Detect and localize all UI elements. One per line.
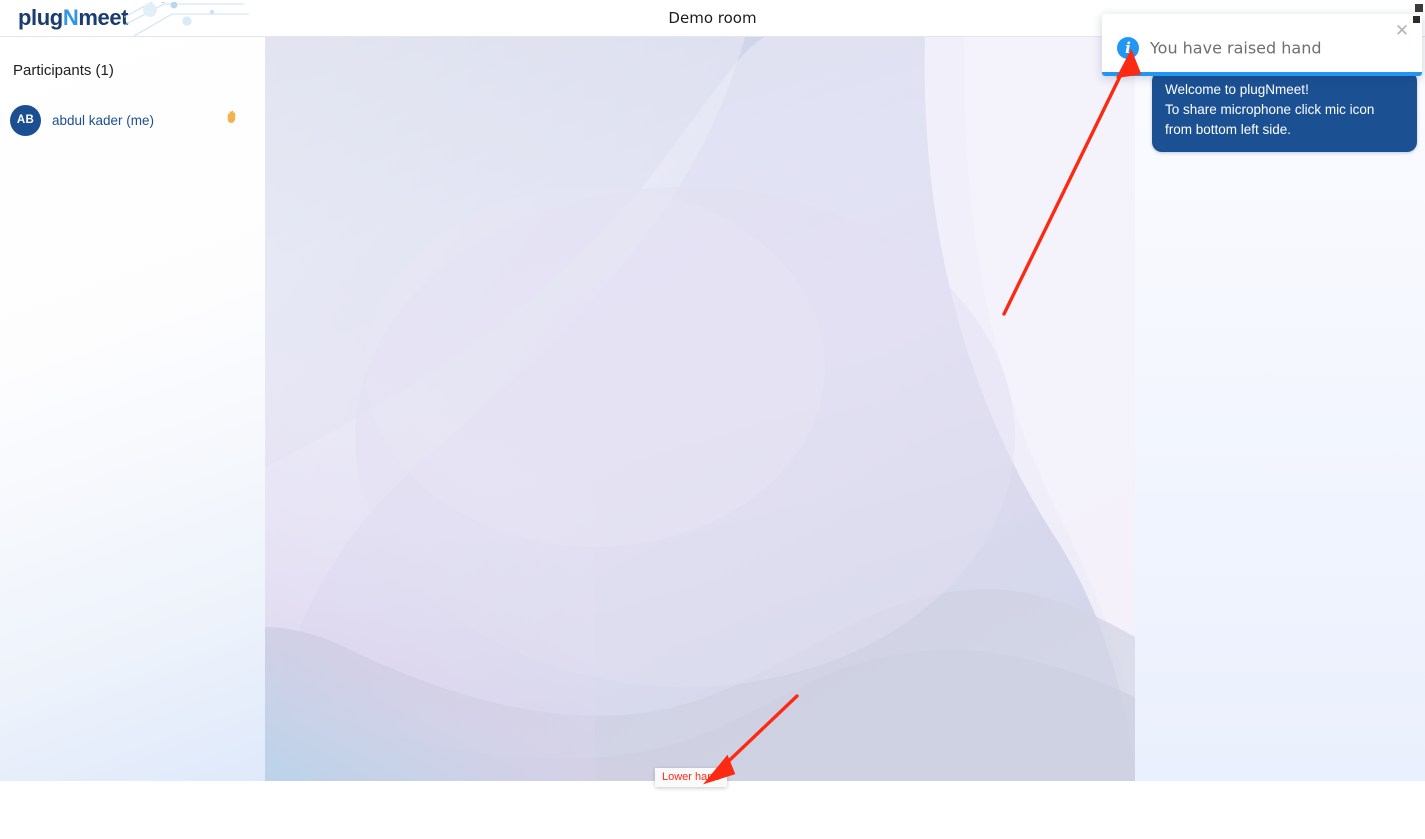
close-icon[interactable]: ✕ <box>1392 21 1412 41</box>
plugnmeet-app: plugNmeet Demo room Participants (1) AB … <box>0 0 1425 839</box>
lower-hand-tooltip: Lower hand <box>655 768 727 787</box>
participant-name: abdul kader (me) <box>52 112 155 128</box>
participant-list-item[interactable]: AB abdul kader (me) <box>10 99 255 141</box>
avatar: AB <box>10 104 41 136</box>
chat-message-text: Welcome to plugNmeet! To share microphon… <box>1165 82 1375 137</box>
raised-hand-glyph <box>227 110 236 123</box>
app-footer: REC Write message (new line: Shift + ent… <box>0 781 1425 839</box>
toast-corner-handle <box>1413 16 1420 23</box>
window-corner-marker <box>1415 4 1423 12</box>
video-stage[interactable] <box>265 37 1135 781</box>
participants-sidebar: Participants (1) AB abdul kader (me) <box>0 37 265 781</box>
participants-heading: Participants (1) <box>13 62 114 79</box>
chat-message-bubble: Welcome to plugNmeet! To share microphon… <box>1152 71 1417 152</box>
raised-hand-icon <box>225 110 238 126</box>
notification-toast[interactable]: i You have raised hand ✕ <box>1102 14 1422 76</box>
toast-progress-bar <box>1102 72 1422 76</box>
info-icon: i <box>1117 37 1139 59</box>
stage-wallpaper <box>265 37 1135 781</box>
notification-message: You have raised hand <box>1150 38 1322 58</box>
chat-panel: Welcome to plugNmeet! To share microphon… <box>1135 37 1425 781</box>
